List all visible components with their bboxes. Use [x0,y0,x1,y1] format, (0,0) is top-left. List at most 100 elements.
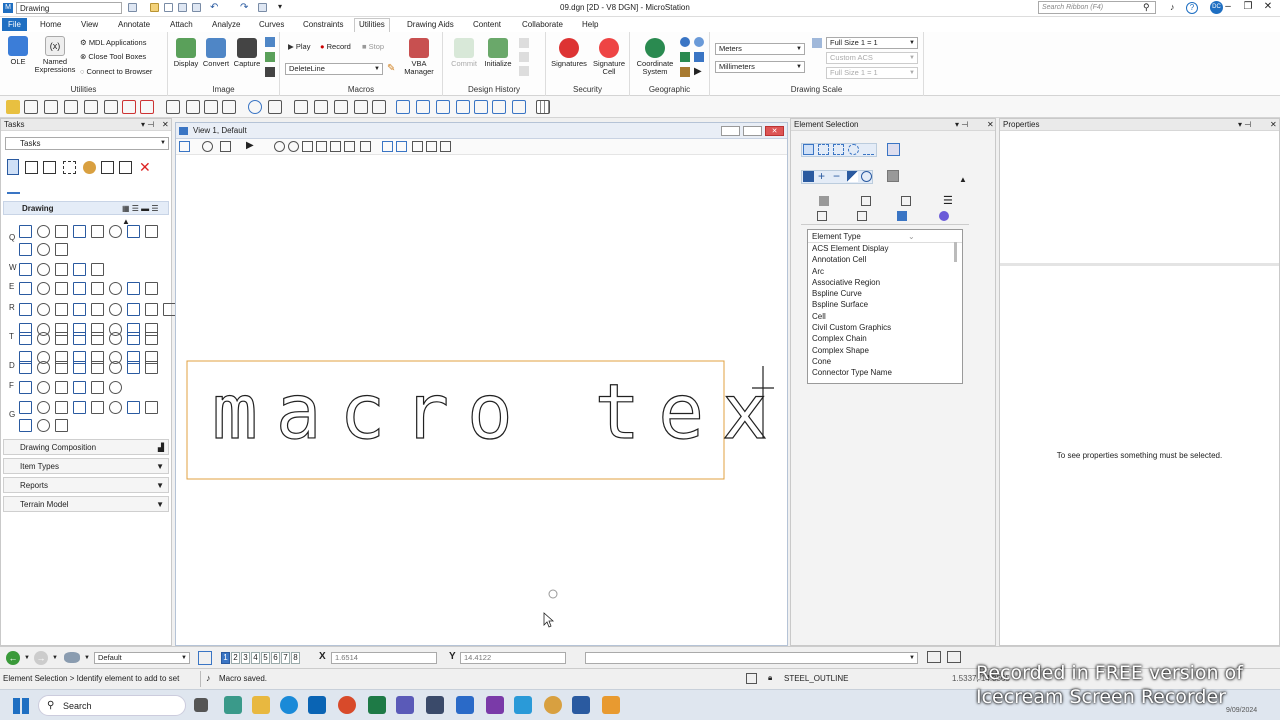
accudraw-icon[interactable] [927,651,941,663]
reports-section[interactable]: Reports ▼ [3,477,169,493]
outlook-icon[interactable] [308,696,326,714]
edge-icon[interactable] [280,696,298,714]
drawing-tool-icon[interactable] [19,361,32,374]
message-icon[interactable]: ♪ [206,673,211,683]
clip-volume-icon[interactable] [412,141,423,152]
chrome-icon[interactable] [338,696,356,714]
view-restore-button[interactable] [743,126,762,136]
tab-constraints[interactable]: Constraints [299,19,347,30]
drawing-tool-icon[interactable] [73,263,86,276]
pin-icon[interactable]: ▾ ⊣ [955,119,968,131]
tool-icon[interactable] [436,100,450,114]
tab-attach[interactable]: Attach [166,19,197,30]
scale-tool-icon[interactable] [119,161,132,174]
view-close-button[interactable]: ✕ [765,126,784,136]
drawing-tool-icon[interactable] [73,361,86,374]
drawing-tool-icon[interactable] [19,225,32,238]
file-explorer-icon[interactable] [252,696,270,714]
fence-3-icon[interactable] [43,161,56,174]
list-item[interactable]: Complex Chain [808,333,962,344]
list-item[interactable]: Annotation Cell [808,254,962,265]
fence-dashed-icon[interactable] [63,161,76,174]
drawing-tool-icon[interactable] [37,381,50,394]
drawing-tool-icon[interactable] [127,332,140,345]
list-item[interactable]: Bspline Surface [808,299,962,310]
fence-icon[interactable] [25,161,38,174]
forward-icon[interactable]: → [34,651,48,665]
drawing-tool-icon[interactable] [109,361,122,374]
item-types-section[interactable]: Item Types ▼ [3,458,169,474]
tool-icon[interactable] [104,100,118,114]
tab-file[interactable]: File [2,18,27,31]
saved-view-select[interactable]: Default ▼ [94,652,190,664]
tab-analyze[interactable]: Analyze [208,19,244,30]
subtract-mode-icon[interactable]: − [833,169,840,183]
drawing-tool-icon[interactable] [73,332,86,345]
drawing-tool-icon[interactable] [109,282,122,295]
zoom-out-icon[interactable] [288,141,299,152]
record-macro-button[interactable]: ● Record [320,42,351,51]
drawing-tool-icon[interactable] [109,225,122,238]
tool-icon[interactable] [140,100,154,114]
drawing-tool-icon[interactable] [127,282,140,295]
display-style-icon[interactable] [202,141,213,152]
view-next-icon[interactable] [382,141,393,152]
close-icon[interactable]: ✕ [162,119,169,131]
tool-icon[interactable] [492,100,506,114]
image-small-icon[interactable] [265,37,275,47]
view-groups-icon[interactable] [198,651,212,665]
signatures-button[interactable]: Signatures [550,38,588,68]
grid-icon[interactable] [536,100,550,114]
drawing-tool-icon[interactable] [145,361,158,374]
tool-icon[interactable] [334,100,348,114]
drawing-tool-icon[interactable] [127,303,140,316]
tool-icon[interactable] [474,100,488,114]
terrain-model-section[interactable]: Terrain Model ▼ [3,496,169,512]
drawing-tool-icon[interactable] [55,361,68,374]
task-view-icon[interactable] [194,698,208,712]
ribbon-search-input[interactable]: Search Ribbon (F4) [1038,1,1156,14]
drawing-tool-icon[interactable] [55,282,68,295]
tab-utilities[interactable]: Utilities [354,18,390,32]
geo-small-icon-4[interactable] [694,52,704,62]
tab-curves[interactable]: Curves [255,19,288,30]
list-item[interactable]: ACS Element Display [808,243,962,254]
select-element-icon[interactable] [7,159,19,175]
invert-mode-icon[interactable] [847,171,858,182]
close-button[interactable]: ✕ [1258,0,1278,14]
view-1-button[interactable]: 1 [221,652,230,664]
tool-icon[interactable] [294,100,308,114]
tool-icon[interactable] [354,100,368,114]
maximize-button[interactable]: ❐ [1238,0,1258,14]
redo-icon[interactable]: ↷ [240,2,248,13]
undo-icon[interactable]: ↶ [210,2,218,13]
back-icon[interactable]: ← [6,651,20,665]
search-icon[interactable]: ⚲ [1143,2,1150,13]
drawing-tool-icon[interactable] [91,303,104,316]
close-tool-boxes-button[interactable]: ⊗ Close Tool Boxes [80,52,146,61]
view-previous-icon[interactable] [360,141,371,152]
menu-lines-icon[interactable]: ☰ [943,194,953,207]
list-scrollbar[interactable] [954,242,957,262]
drawing-tool-icon[interactable] [73,225,86,238]
geo-small-icon-5[interactable] [680,67,690,77]
drawing-tool-icon[interactable] [127,361,140,374]
tab-home[interactable]: Home [36,19,65,30]
stop-macro-button[interactable]: ■ Stop [362,42,384,51]
drawing-tool-icon[interactable] [127,225,140,238]
line-select-icon[interactable] [863,144,874,155]
drawing-tool-icon[interactable] [91,282,104,295]
named-expressions-button[interactable]: (x) Named Expressions [33,36,77,74]
view-attributes-icon[interactable] [179,141,190,152]
move-icon[interactable] [101,161,114,174]
app-icon[interactable] [514,696,532,714]
camera-view-icon[interactable] [440,141,451,152]
drawing-tool-icon[interactable] [37,263,50,276]
individual-select-icon[interactable] [803,144,814,155]
tool-icon[interactable] [166,100,180,114]
snap-mode-icon[interactable] [947,651,961,663]
view-4-button[interactable]: 4 [251,652,260,664]
drawing-tool-icon[interactable] [73,381,86,394]
delete-icon[interactable]: ✕ [139,159,151,176]
select-all-icon[interactable] [861,171,872,182]
